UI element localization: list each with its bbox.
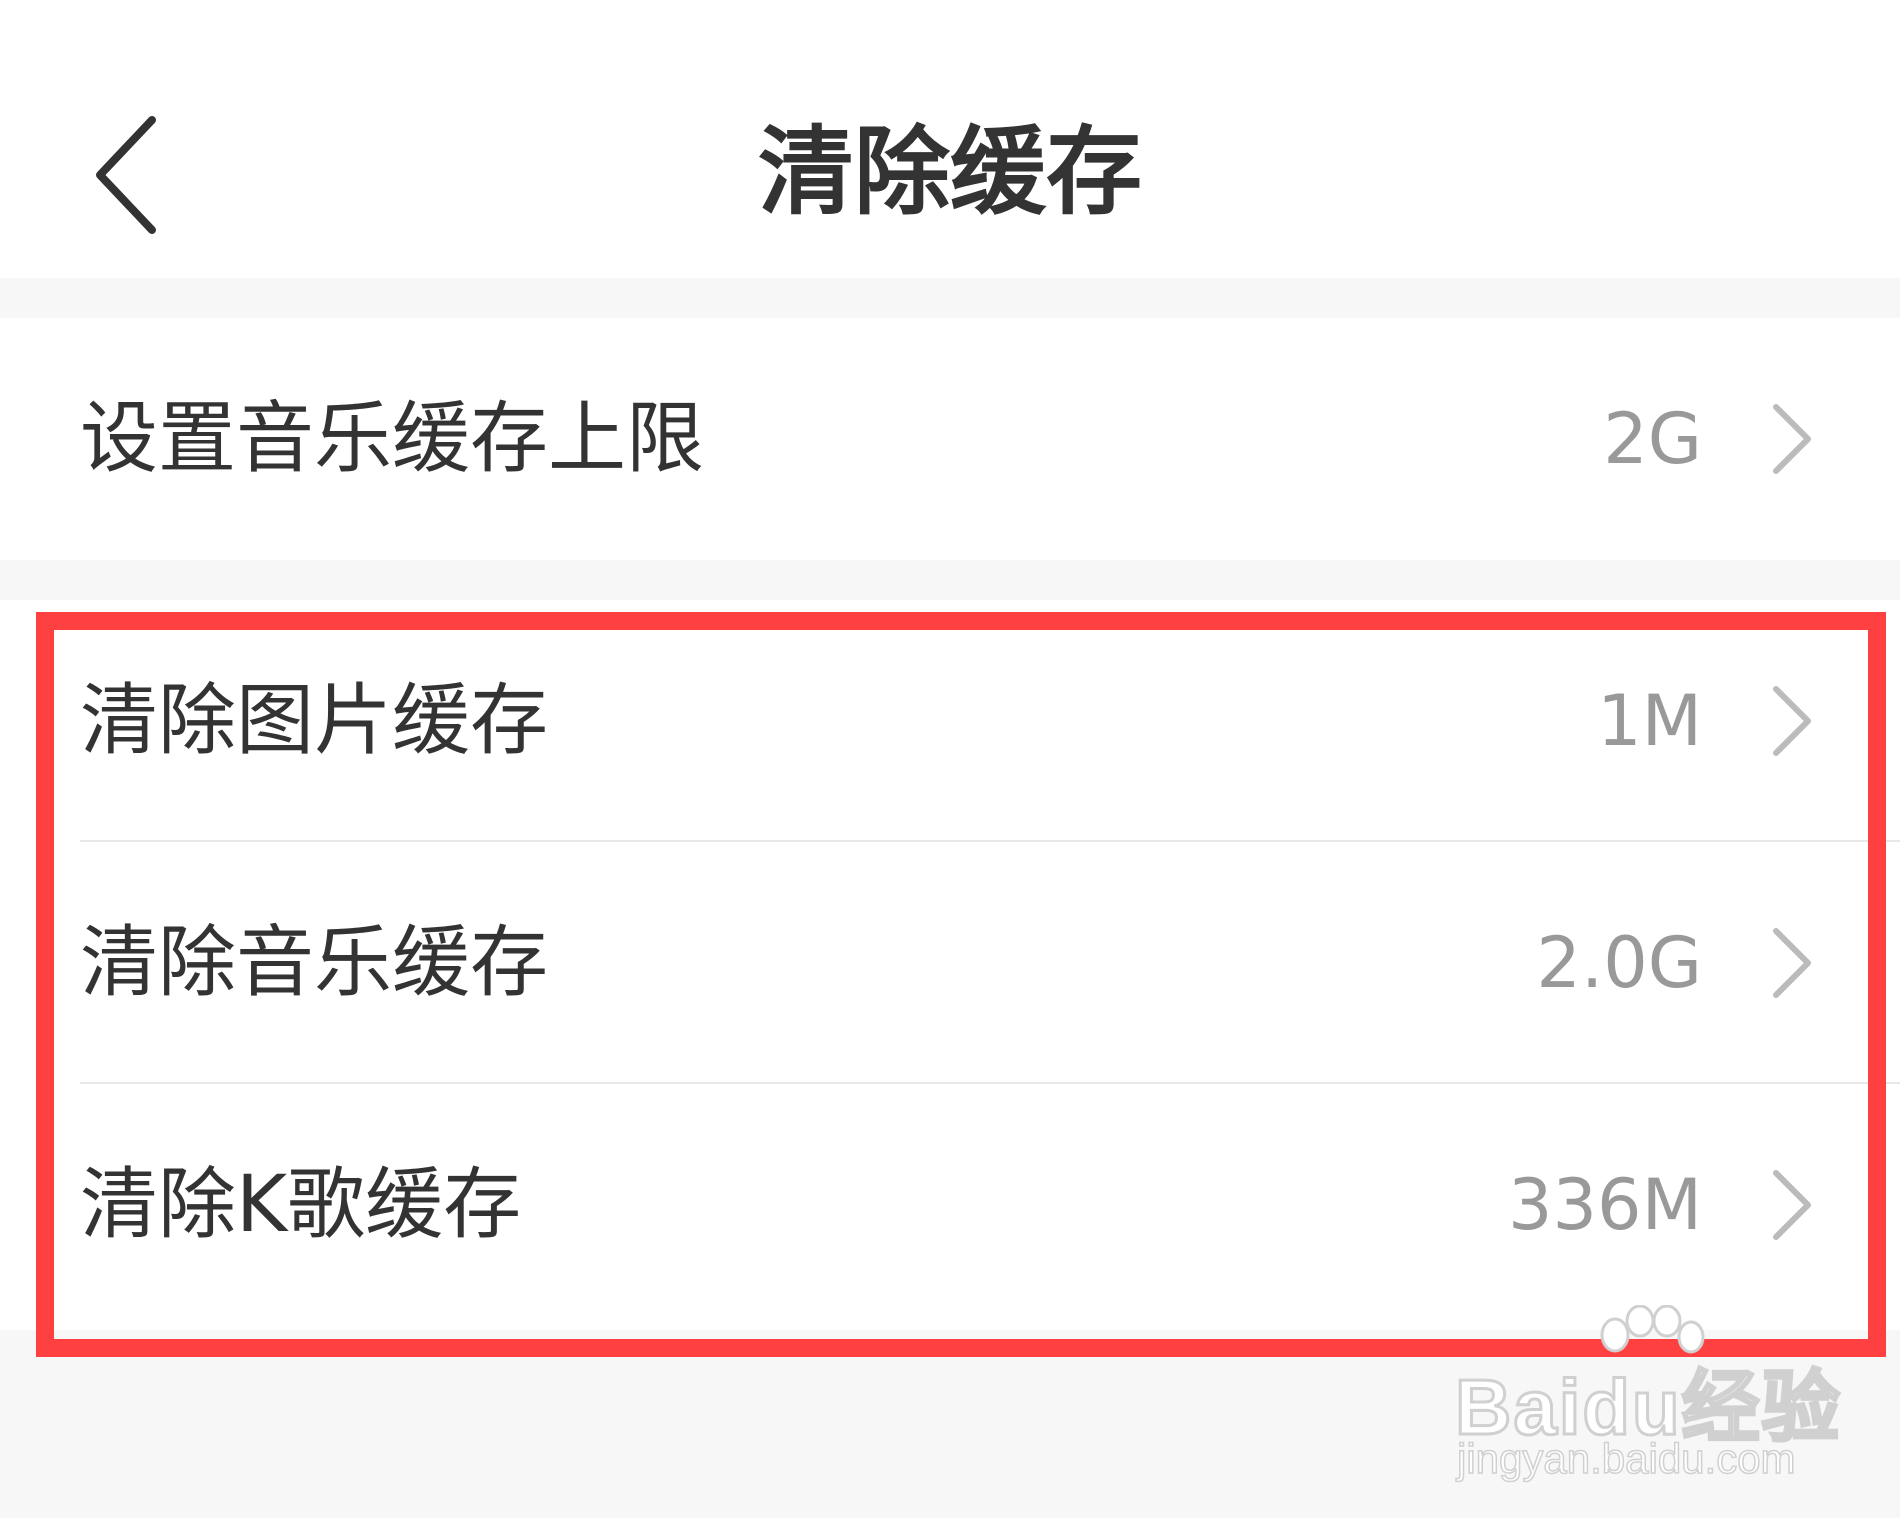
- baidu-jingyan-watermark: Baidu经验 jingyan.baidu.com: [1454, 1305, 1841, 1483]
- clear-image-cache-row[interactable]: 清除图片缓存 1M: [0, 600, 1900, 842]
- watermark-url: jingyan.baidu.com: [1456, 1434, 1796, 1483]
- cache-limit-section: 设置音乐缓存上限 2G: [0, 318, 1900, 560]
- chevron-right-icon: [1773, 928, 1811, 998]
- cache-limit-value: 2G: [1603, 398, 1702, 480]
- header-bar: 清除缓存: [0, 0, 1900, 278]
- clear-image-cache-label: 清除图片缓存: [80, 676, 549, 766]
- clear-karaoke-cache-row[interactable]: 清除K歌缓存 336M: [0, 1084, 1900, 1326]
- chevron-right-icon: [1773, 686, 1811, 756]
- image-cache-size: 1M: [1597, 680, 1702, 762]
- clear-karaoke-cache-label: 清除K歌缓存: [80, 1160, 522, 1250]
- music-cache-size: 2.0G: [1536, 922, 1702, 1004]
- page-title: 清除缓存: [758, 116, 1142, 228]
- karaoke-cache-size: 336M: [1507, 1164, 1702, 1246]
- clear-cache-section: 清除图片缓存 1M 清除音乐缓存 2.0G 清除K歌缓存 336M: [0, 600, 1900, 1330]
- watermark-brand: Baidu经验: [1454, 1362, 1842, 1453]
- clear-music-cache-label: 清除音乐缓存: [80, 918, 549, 1008]
- set-cache-limit-label: 设置音乐缓存上限: [80, 394, 705, 484]
- chevron-right-icon: [1773, 1170, 1811, 1240]
- clear-music-cache-row[interactable]: 清除音乐缓存 2.0G: [0, 842, 1900, 1084]
- chevron-right-icon: [1773, 404, 1811, 474]
- set-cache-limit-row[interactable]: 设置音乐缓存上限 2G: [0, 318, 1900, 560]
